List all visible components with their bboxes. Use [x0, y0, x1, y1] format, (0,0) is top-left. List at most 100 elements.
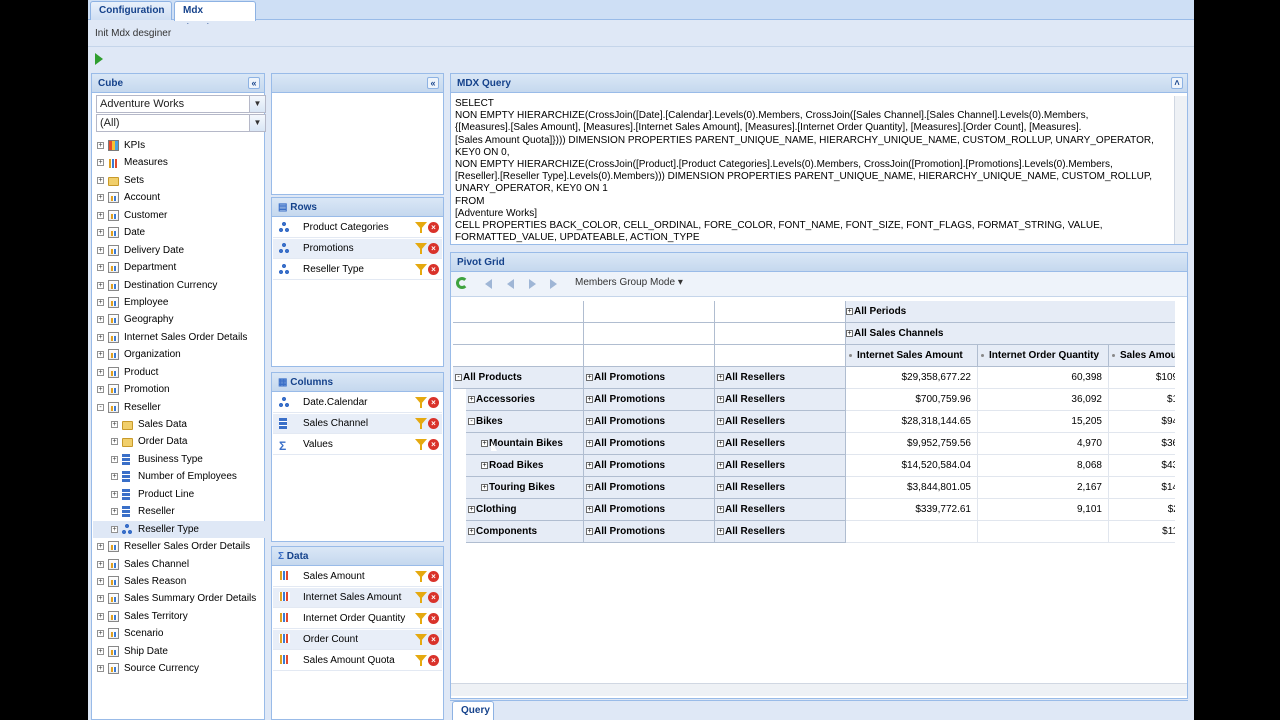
expand-node-icon[interactable]: + — [97, 595, 104, 603]
filter-icon[interactable] — [415, 418, 427, 429]
cube-select[interactable]: Adventure Works ▼ — [96, 95, 266, 113]
expand-node-icon[interactable]: + — [111, 473, 118, 481]
field-item[interactable]: Σ Values × — [273, 435, 442, 455]
remove-icon[interactable]: × — [428, 655, 439, 666]
field-item[interactable]: Promotions × — [273, 239, 442, 259]
expand-member-icon[interactable]: + — [468, 395, 475, 403]
pivot-horizontal-scrollbar[interactable] — [451, 683, 1187, 696]
field-item[interactable]: Internet Order Quantity × — [273, 609, 442, 629]
tree-item[interactable]: + KPIs — [93, 137, 265, 154]
field-item[interactable]: Sales Amount × — [273, 567, 442, 587]
expand-node-icon[interactable]: + — [111, 525, 118, 533]
tree-item[interactable]: + Account — [93, 189, 265, 206]
next-page-icon[interactable] — [529, 279, 536, 289]
expand-node-icon[interactable]: + — [97, 630, 104, 638]
collapse-up-icon[interactable]: ˄ — [1171, 77, 1183, 89]
expand-member-icon[interactable]: + — [717, 505, 724, 513]
field-item[interactable]: Sales Channel × — [273, 414, 442, 434]
refresh-icon[interactable] — [456, 277, 468, 289]
mdx-vertical-scrollbar[interactable] — [1174, 96, 1187, 244]
expand-member-icon[interactable]: + — [586, 505, 593, 513]
filter-icon[interactable] — [415, 634, 427, 645]
tree-item[interactable]: + Promotion — [93, 381, 265, 398]
tree-item[interactable]: - Reseller — [93, 399, 265, 416]
remove-icon[interactable]: × — [428, 243, 439, 254]
expand-node-icon[interactable]: + — [97, 612, 104, 620]
expand-node-icon[interactable]: + — [97, 386, 104, 394]
expand-node-icon[interactable]: + — [97, 298, 104, 306]
expand-node-icon[interactable]: + — [97, 647, 104, 655]
expand-node-icon[interactable]: + — [111, 421, 118, 428]
filter-icon[interactable] — [415, 397, 427, 408]
expand-member-icon[interactable]: + — [468, 527, 475, 535]
tree-item[interactable]: + Reseller — [93, 503, 265, 520]
remove-icon[interactable]: × — [428, 571, 439, 582]
tree-item[interactable]: + Product Line — [93, 486, 265, 503]
field-item[interactable]: Date.Calendar × — [273, 393, 442, 413]
tree-item[interactable]: + Date — [93, 224, 265, 241]
member-filter-select[interactable]: (All) ▼ — [96, 114, 266, 132]
expand-node-icon[interactable]: + — [97, 159, 104, 167]
expand-node-icon[interactable]: + — [97, 264, 104, 272]
tree-item[interactable]: + Employee — [93, 294, 265, 311]
expand-member-icon[interactable]: + — [586, 483, 593, 491]
expand-member-icon[interactable]: + — [717, 527, 724, 535]
remove-icon[interactable]: × — [428, 634, 439, 645]
remove-icon[interactable]: × — [428, 397, 439, 408]
first-page-icon[interactable] — [485, 279, 492, 289]
run-query-icon[interactable] — [95, 53, 103, 65]
expand-node-icon[interactable]: + — [97, 368, 104, 376]
collapse-node-icon[interactable]: - — [97, 403, 104, 411]
expand-node-icon[interactable]: + — [97, 142, 104, 149]
tab-mdx-designer[interactable]: Mdx desginer — [174, 1, 256, 34]
collapse-member-icon[interactable]: - — [455, 373, 462, 381]
filter-icon[interactable] — [415, 243, 427, 254]
expand-node-icon[interactable]: + — [97, 560, 104, 568]
tree-item[interactable]: + Sets — [93, 172, 265, 189]
expand-node-icon[interactable]: + — [97, 316, 104, 324]
expand-member-icon[interactable]: + — [481, 439, 488, 447]
remove-icon[interactable]: × — [428, 222, 439, 233]
expand-member-icon[interactable]: + — [468, 505, 475, 513]
tree-item[interactable]: + Reseller Type — [93, 520, 265, 539]
filter-icon[interactable] — [415, 264, 427, 275]
collapse-left-icon[interactable]: « — [248, 77, 260, 89]
members-group-mode-button[interactable]: Members Group Mode ▾ — [575, 277, 683, 288]
tree-item[interactable]: + Ship Date — [93, 643, 265, 660]
expand-node-icon[interactable]: + — [111, 455, 118, 463]
filter-icon[interactable] — [415, 655, 427, 666]
expand-node-icon[interactable]: + — [111, 438, 118, 446]
expand-node-icon[interactable]: + — [97, 351, 104, 359]
chevron-down-icon[interactable]: ▼ — [249, 96, 265, 112]
expand-member-icon[interactable]: + — [717, 461, 724, 469]
tree-item[interactable]: + Source Currency — [93, 660, 265, 677]
remove-icon[interactable]: × — [428, 439, 439, 450]
chevron-down-icon[interactable]: ▼ — [249, 115, 265, 131]
expand-node-icon[interactable]: + — [97, 577, 104, 585]
expand-member-icon[interactable]: + — [586, 461, 593, 469]
collapse-member-icon[interactable]: - — [468, 417, 475, 425]
expand-node-icon[interactable]: + — [111, 508, 118, 516]
remove-icon[interactable]: × — [428, 264, 439, 275]
tree-item[interactable]: + Sales Summary Order Details — [93, 590, 265, 607]
expand-node-icon[interactable]: + — [97, 665, 104, 673]
tree-item[interactable]: + Reseller Sales Order Details — [93, 538, 265, 555]
tree-item[interactable]: + Sales Channel — [93, 556, 265, 573]
expand-member-icon[interactable]: + — [586, 395, 593, 403]
expand-member-icon[interactable]: + — [846, 307, 853, 315]
filter-icon[interactable] — [415, 571, 427, 582]
filter-icon[interactable] — [415, 439, 427, 450]
tree-item[interactable]: + Sales Territory — [93, 608, 265, 625]
tree-item[interactable]: + Customer — [93, 207, 265, 224]
tree-item[interactable]: + Destination Currency — [93, 277, 265, 294]
last-page-icon[interactable] — [550, 279, 557, 289]
tab-configuration[interactable]: Configuration — [90, 1, 172, 20]
tree-item[interactable]: + Internet Sales Order Details — [93, 329, 265, 346]
tree-item[interactable]: + Delivery Date — [93, 242, 265, 259]
expand-member-icon[interactable]: + — [717, 373, 724, 381]
field-item[interactable]: Sales Amount Quota × — [273, 651, 442, 671]
expand-node-icon[interactable]: + — [97, 229, 104, 237]
field-item[interactable]: Order Count × — [273, 630, 442, 650]
expand-member-icon[interactable]: + — [717, 395, 724, 403]
expand-node-icon[interactable]: + — [97, 333, 104, 341]
